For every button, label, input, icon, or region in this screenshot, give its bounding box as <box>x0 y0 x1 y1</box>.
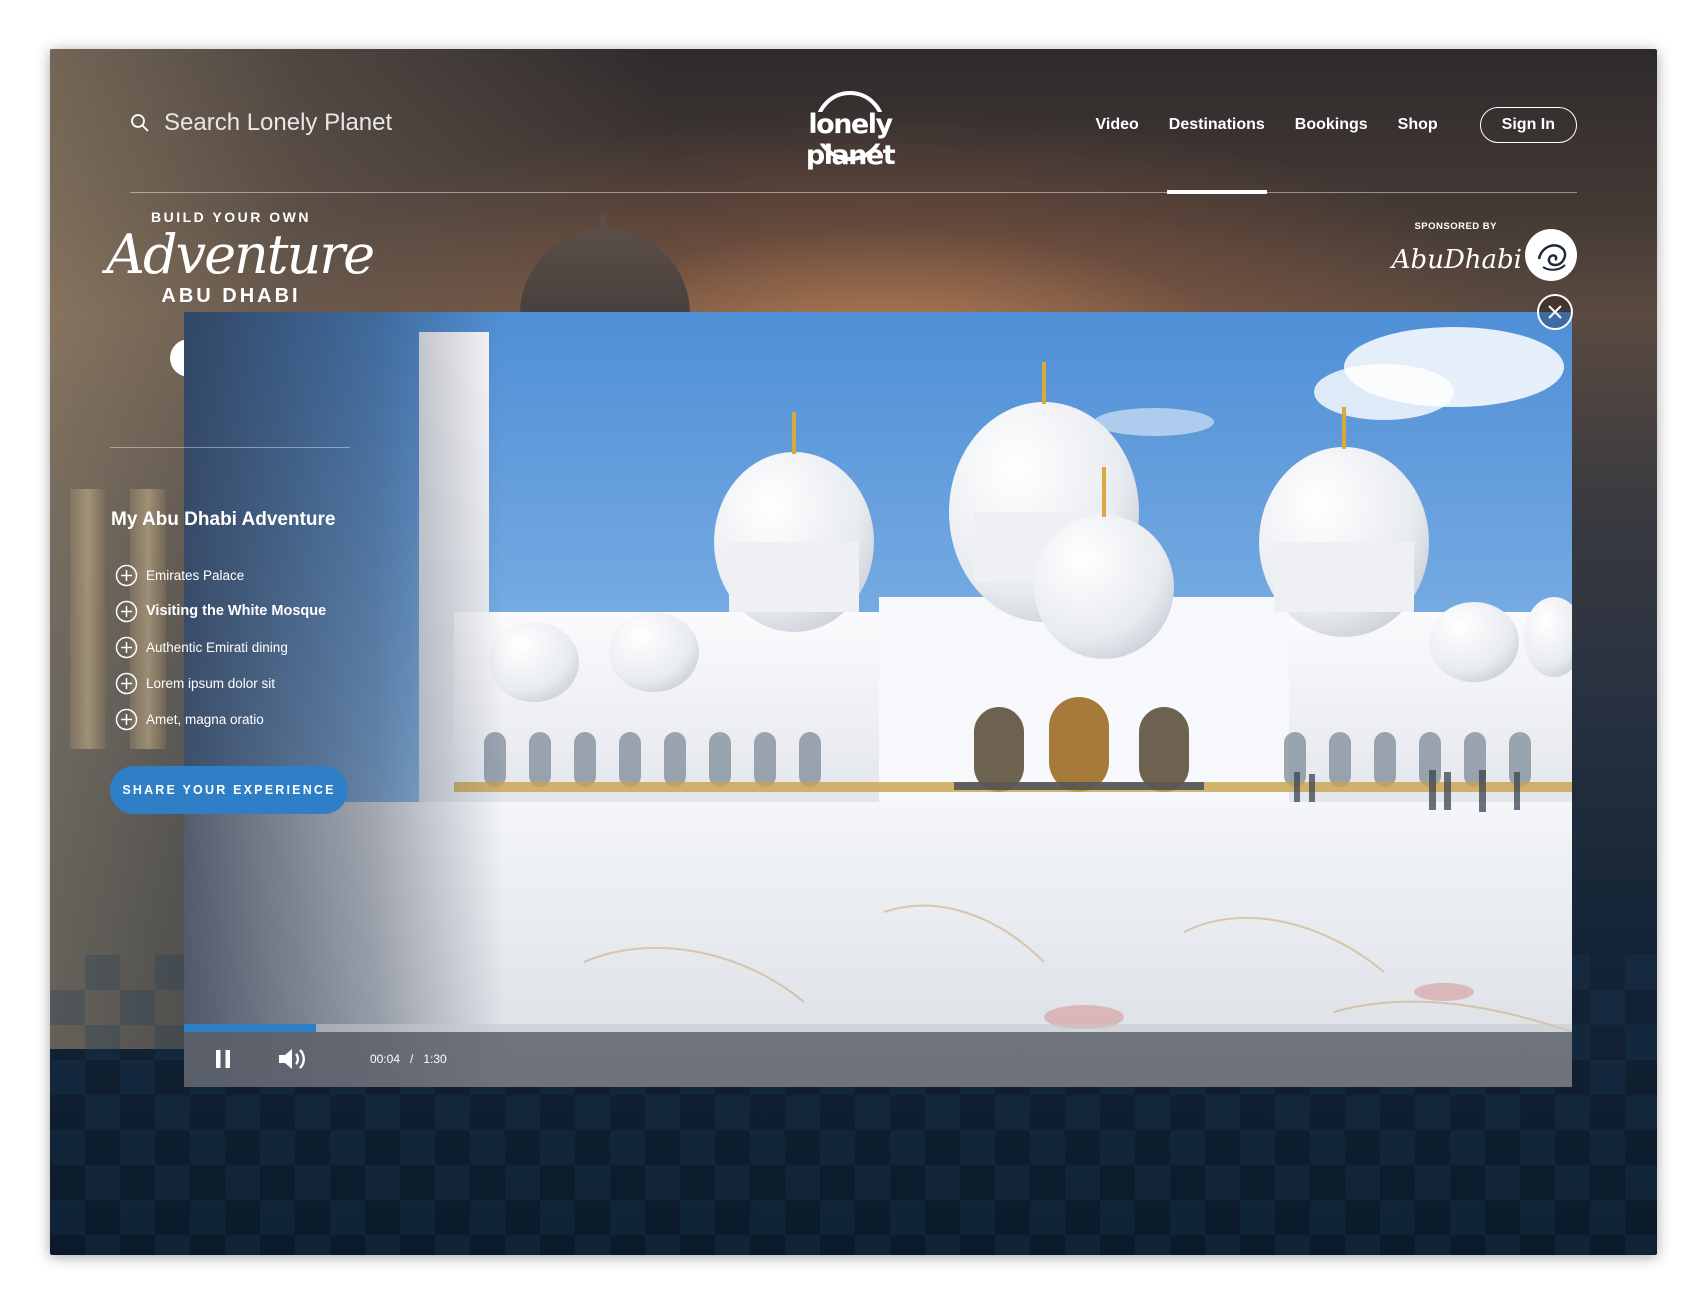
campaign-brand: BUILD YOUR OWN Adventure ABU DHABI <box>106 209 375 308</box>
volume-icon[interactable] <box>277 1045 309 1073</box>
current-time: 00:04 <box>370 1052 401 1066</box>
adventure-item-amet[interactable]: Amet, magna oratio <box>115 701 326 737</box>
site-header: lonely planet Video Destinations Booking… <box>50 49 1657 194</box>
adventure-item-white-mosque[interactable]: Visiting the White Mosque <box>115 593 326 629</box>
page-frame: lonely planet Video Destinations Booking… <box>50 49 1657 1255</box>
search-input[interactable] <box>164 109 484 137</box>
adventure-item-label: Visiting the White Mosque <box>146 603 327 619</box>
share-experience-button[interactable]: SHARE YOUR EXPERIENCE <box>110 766 348 814</box>
header-divider <box>130 192 1577 193</box>
logo-text: lonely planet <box>805 109 896 171</box>
close-icon <box>1548 305 1562 319</box>
add-circle-icon[interactable] <box>115 672 138 695</box>
video-progress-bar[interactable] <box>184 1024 1572 1032</box>
adventure-list: Emirates Palace Visiting the White Mosqu… <box>115 557 326 737</box>
nav-bookings[interactable]: Bookings <box>1295 116 1368 134</box>
video-controls: 00:04 / 1:30 <box>184 1032 1572 1087</box>
sponsor-label: SPONSORED BY <box>1414 221 1497 232</box>
nav-destinations[interactable]: Destinations <box>1166 116 1267 194</box>
abu-dhabi-emblem-icon <box>1525 229 1577 281</box>
add-circle-icon[interactable] <box>115 600 138 623</box>
nav-shop[interactable]: Shop <box>1398 116 1438 134</box>
sponsor-logo: AbuDhabi <box>1391 245 1522 275</box>
adventure-title: My Abu Dhabi Adventure <box>111 509 336 530</box>
time-separator: / <box>410 1052 414 1066</box>
search-bar[interactable] <box>130 109 484 137</box>
adventure-item-label: Amet, magna oratio <box>146 711 264 727</box>
add-circle-icon[interactable] <box>115 636 138 659</box>
add-circle-icon[interactable] <box>115 564 138 587</box>
site-logo[interactable]: lonely planet <box>775 91 925 171</box>
brand-script-text: Adventure <box>106 223 375 286</box>
nav-video[interactable]: Video <box>1095 116 1138 134</box>
left-panel-divider <box>110 447 350 448</box>
adventure-item-label: Authentic Emirati dining <box>146 639 288 655</box>
sign-in-button[interactable]: Sign In <box>1479 107 1577 143</box>
adventure-item-label: Lorem ipsum dolor sit <box>146 675 276 691</box>
search-icon[interactable] <box>130 113 150 133</box>
background-pillar <box>70 489 106 749</box>
duration: 1:30 <box>423 1052 447 1066</box>
video-time: 00:04 / 1:30 <box>370 1052 447 1066</box>
adventure-item-emirati-dining[interactable]: Authentic Emirati dining <box>115 629 326 665</box>
sponsor-block[interactable]: SPONSORED BY AbuDhabi <box>1392 219 1577 289</box>
add-circle-icon[interactable] <box>115 708 138 731</box>
background-spire <box>600 214 606 234</box>
adventure-item-label: Emirates Palace <box>146 567 245 583</box>
adventure-item-lorem[interactable]: Lorem ipsum dolor sit <box>115 665 326 701</box>
main-nav: Video Destinations Bookings Shop Sign In <box>1065 107 1577 194</box>
video-player[interactable]: 00:04 / 1:30 <box>184 312 1572 1087</box>
pause-icon[interactable] <box>212 1048 234 1070</box>
adventure-item-emirates-palace[interactable]: Emirates Palace <box>115 557 326 593</box>
brand-bottom-text: ABU DHABI <box>161 285 301 307</box>
video-progress-fill <box>184 1024 316 1032</box>
close-video-button[interactable] <box>1537 294 1573 330</box>
